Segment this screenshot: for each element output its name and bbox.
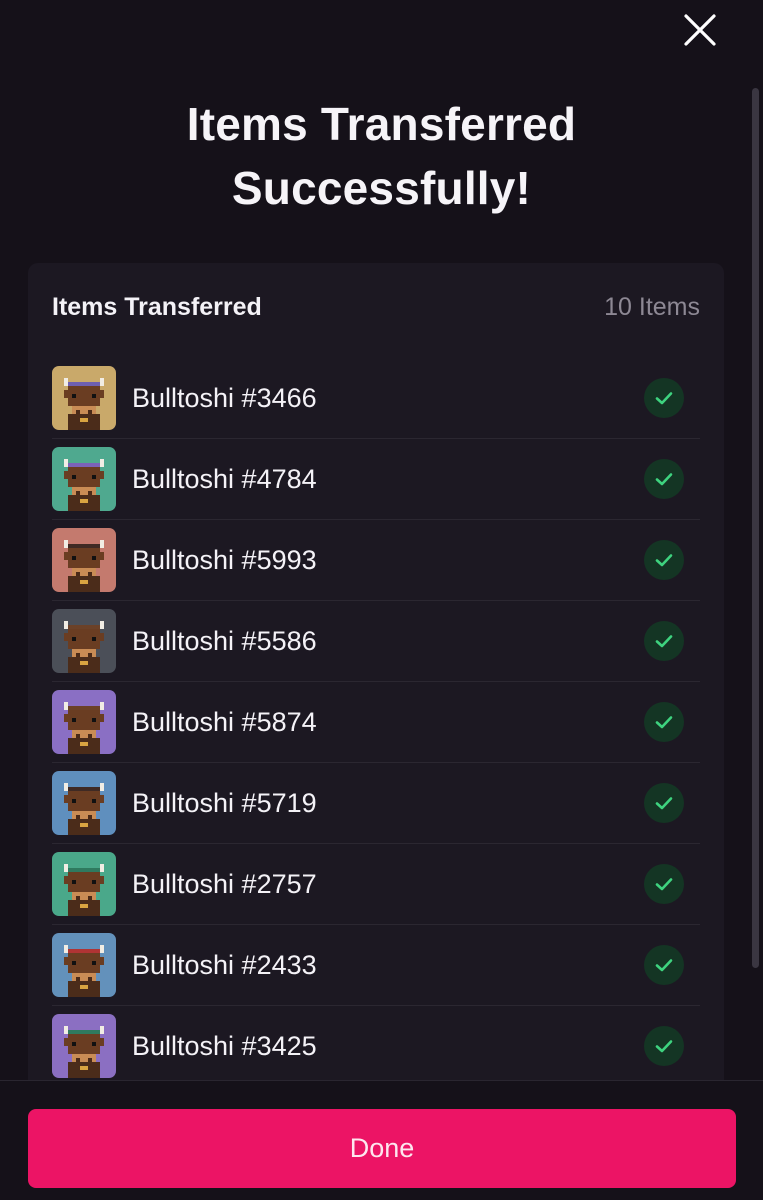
nft-thumbnail xyxy=(52,1014,116,1078)
bull-avatar-art xyxy=(52,447,116,511)
nft-thumbnail xyxy=(52,852,116,916)
transfer-success-modal: Items Transferred Successfully! Items Tr… xyxy=(0,0,763,1200)
success-check xyxy=(644,540,684,580)
title-line-1: Items Transferred xyxy=(186,98,577,150)
done-button[interactable]: Done xyxy=(28,1109,736,1188)
success-check xyxy=(644,945,684,985)
bull-avatar-art xyxy=(52,933,116,997)
item-name: Bulltoshi #3425 xyxy=(132,1030,317,1061)
close-icon xyxy=(684,14,716,46)
nft-thumbnail xyxy=(52,771,116,835)
card-title: Items Transferred xyxy=(52,292,262,321)
checkmark-icon xyxy=(655,473,673,486)
success-check xyxy=(644,1026,684,1066)
checkmark-icon xyxy=(655,716,673,729)
scrollbar[interactable] xyxy=(752,88,759,968)
bull-avatar-art xyxy=(52,609,116,673)
item-name: Bulltoshi #5586 xyxy=(132,625,317,656)
item-list: Bulltoshi #3466 Bulltoshi #4784 Bulltosh… xyxy=(52,358,700,1087)
bull-avatar-art xyxy=(52,366,116,430)
nft-thumbnail xyxy=(52,933,116,997)
card-header: Items Transferred 10 Items xyxy=(52,291,700,323)
success-check xyxy=(644,783,684,823)
title-line-2: Successfully! xyxy=(231,162,532,214)
item-name: Bulltoshi #2757 xyxy=(132,868,317,899)
nft-thumbnail xyxy=(52,366,116,430)
item-name: Bulltoshi #5993 xyxy=(132,544,317,575)
item-name: Bulltoshi #3466 xyxy=(132,382,317,413)
item-name: Bulltoshi #4784 xyxy=(132,463,317,494)
close-button[interactable] xyxy=(682,12,718,48)
nft-thumbnail xyxy=(52,609,116,673)
list-item: Bulltoshi #3425 xyxy=(52,1006,700,1087)
checkmark-icon xyxy=(655,959,673,972)
list-item: Bulltoshi #5586 xyxy=(52,601,700,682)
bull-avatar-art xyxy=(52,771,116,835)
items-count: 10 Items xyxy=(604,292,700,321)
list-item: Bulltoshi #2433 xyxy=(52,925,700,1006)
nft-thumbnail xyxy=(52,447,116,511)
success-check xyxy=(644,378,684,418)
bull-avatar-art xyxy=(52,690,116,754)
nft-thumbnail xyxy=(52,528,116,592)
page-title: Items Transferred Successfully! xyxy=(0,92,763,220)
list-item: Bulltoshi #5874 xyxy=(52,682,700,763)
nft-thumbnail xyxy=(52,690,116,754)
checkmark-icon xyxy=(655,554,673,567)
bull-avatar-art xyxy=(52,852,116,916)
bull-avatar-art xyxy=(52,528,116,592)
list-item: Bulltoshi #5993 xyxy=(52,520,700,601)
checkmark-icon xyxy=(655,878,673,891)
success-check xyxy=(644,459,684,499)
item-name: Bulltoshi #5874 xyxy=(132,706,317,737)
success-check xyxy=(644,621,684,661)
list-item: Bulltoshi #2757 xyxy=(52,844,700,925)
success-check xyxy=(644,864,684,904)
list-item: Bulltoshi #4784 xyxy=(52,439,700,520)
bull-avatar-art xyxy=(52,1014,116,1078)
checkmark-icon xyxy=(655,797,673,810)
item-name: Bulltoshi #2433 xyxy=(132,949,317,980)
list-item: Bulltoshi #3466 xyxy=(52,358,700,439)
list-item: Bulltoshi #5719 xyxy=(52,763,700,844)
checkmark-icon xyxy=(655,392,673,405)
checkmark-icon xyxy=(655,1040,673,1053)
item-name: Bulltoshi #5719 xyxy=(132,787,317,818)
success-check xyxy=(644,702,684,742)
checkmark-icon xyxy=(655,635,673,648)
transferred-items-card: Items Transferred 10 Items Bulltoshi #34… xyxy=(28,263,724,1103)
